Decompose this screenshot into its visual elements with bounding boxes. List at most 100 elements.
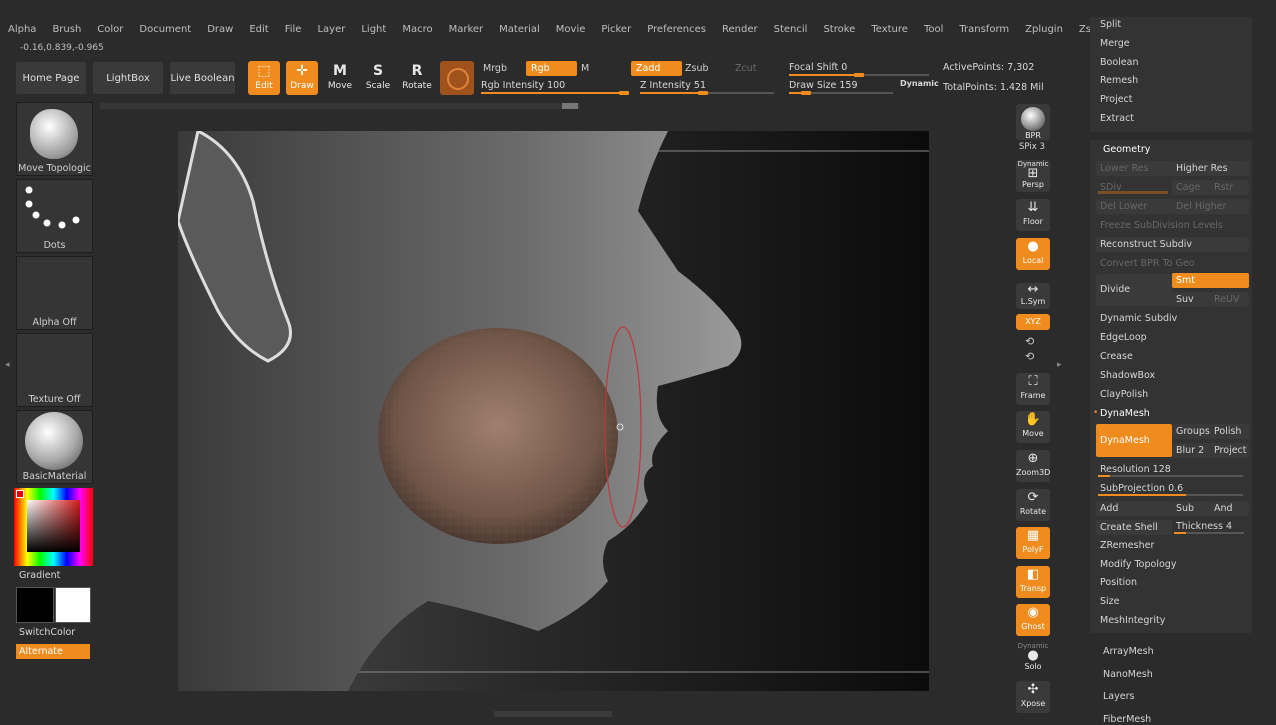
edit-mode-button[interactable]: ⬚ Edit bbox=[248, 61, 280, 95]
thickness-track[interactable] bbox=[1174, 532, 1244, 534]
add-button[interactable]: Add bbox=[1096, 501, 1172, 516]
color-picker[interactable] bbox=[14, 488, 93, 566]
claypolish-header[interactable]: ClayPolish bbox=[1100, 389, 1148, 400]
menu-item-transform[interactable]: Transform bbox=[951, 22, 1017, 38]
transp-button[interactable]: ◧ Transp bbox=[1016, 566, 1050, 598]
zcut-toggle[interactable]: Zcut bbox=[730, 61, 775, 76]
del-higher-button[interactable]: Del Higher bbox=[1172, 199, 1249, 214]
zadd-toggle[interactable]: Zadd bbox=[631, 61, 682, 76]
dynamesh-header[interactable]: DynaMesh bbox=[1100, 408, 1150, 419]
focal-shift-slider[interactable]: Focal Shift 0 bbox=[789, 62, 847, 73]
dynamesh-button[interactable]: DynaMesh bbox=[1096, 424, 1172, 457]
alpha-thumb[interactable]: Alpha Off bbox=[16, 256, 93, 330]
size-header[interactable]: Size bbox=[1100, 596, 1120, 607]
menu-item-alpha[interactable]: Alpha bbox=[0, 22, 44, 38]
shelf-scroll-thumb[interactable] bbox=[562, 103, 578, 109]
project-toggle[interactable]: Project bbox=[1210, 443, 1249, 458]
m-toggle[interactable]: M bbox=[576, 61, 621, 76]
sdiv-track[interactable] bbox=[1098, 191, 1168, 194]
palette-nanomesh[interactable]: NanoMesh bbox=[1103, 669, 1153, 680]
current-tool-thumb[interactable]: Move Topologic bbox=[16, 102, 93, 176]
menu-item-picker[interactable]: Picker bbox=[593, 22, 639, 38]
texture-thumb[interactable]: Texture Off bbox=[16, 333, 93, 407]
rotate-axis-icon[interactable]: ⟲ ⟲ bbox=[1025, 334, 1034, 364]
create-shell-button[interactable]: Create Shell bbox=[1096, 520, 1172, 535]
menu-item-marker[interactable]: Marker bbox=[441, 22, 492, 38]
draw-mode-button[interactable]: ✛ Draw bbox=[286, 61, 318, 95]
suv-toggle[interactable]: Suv bbox=[1172, 292, 1210, 307]
menu-item-zplugin[interactable]: Zplugin bbox=[1017, 22, 1071, 38]
bpr-button[interactable]: BPR bbox=[1016, 104, 1050, 140]
scale-mode-button[interactable]: S Scale bbox=[362, 61, 394, 95]
del-lower-button[interactable]: Del Lower bbox=[1096, 199, 1172, 214]
rotate-view-button[interactable]: ⟳ Rotate bbox=[1016, 489, 1050, 521]
rgb-toggle[interactable]: Rgb bbox=[526, 61, 577, 76]
bottom-tray-handle[interactable] bbox=[494, 711, 612, 717]
menu-item-texture[interactable]: Texture bbox=[863, 22, 916, 38]
dynamic-size-toggle[interactable]: Dynamic bbox=[900, 79, 939, 88]
menu-item-stencil[interactable]: Stencil bbox=[766, 22, 816, 38]
z-intensity-track[interactable] bbox=[640, 91, 774, 95]
modify-topology-header[interactable]: Modify Topology bbox=[1100, 559, 1176, 570]
geometry-title[interactable]: Geometry bbox=[1103, 144, 1150, 155]
live-boolean-button[interactable]: Live Boolean bbox=[170, 62, 235, 94]
sculpt-viewport[interactable] bbox=[178, 131, 929, 691]
solo-button[interactable]: Dynamic ● Solo bbox=[1016, 642, 1050, 674]
alternate-toggle[interactable]: Alternate bbox=[16, 644, 90, 659]
draw-size-slider[interactable]: Draw Size 159 bbox=[789, 80, 858, 91]
ghost-button[interactable]: ◉ Ghost bbox=[1016, 604, 1050, 636]
rgb-intensity-slider[interactable]: Rgb Intensity 100 bbox=[481, 80, 565, 91]
meshintegrity-header[interactable]: MeshIntegrity bbox=[1100, 615, 1165, 626]
stroke-thumb[interactable]: Dots bbox=[16, 179, 93, 253]
persp-button[interactable]: Dynamic ⊞ Persp bbox=[1016, 160, 1050, 192]
geometry-item-project[interactable]: Project bbox=[1100, 94, 1133, 105]
rstr-button[interactable]: Rstr bbox=[1210, 180, 1249, 195]
menu-item-light[interactable]: Light bbox=[353, 22, 394, 38]
menu-item-macro[interactable]: Macro bbox=[394, 22, 440, 38]
freeze-subdiv-button[interactable]: Freeze SubDivision Levels bbox=[1096, 218, 1249, 233]
geometry-item-extract[interactable]: Extract bbox=[1100, 113, 1134, 124]
menu-item-stroke[interactable]: Stroke bbox=[815, 22, 863, 38]
palette-layers[interactable]: Layers bbox=[1103, 691, 1134, 702]
menu-item-edit[interactable]: Edit bbox=[241, 22, 276, 38]
menu-item-render[interactable]: Render bbox=[714, 22, 766, 38]
rgb-intensity-track[interactable] bbox=[481, 91, 629, 95]
menu-item-material[interactable]: Material bbox=[491, 22, 548, 38]
move-mode-button[interactable]: M Move bbox=[324, 61, 356, 95]
position-header[interactable]: Position bbox=[1100, 577, 1137, 588]
smt-toggle[interactable]: Smt bbox=[1172, 273, 1249, 288]
main-color-swatch[interactable] bbox=[16, 587, 54, 623]
spix-slider[interactable]: SPix 3 bbox=[1019, 142, 1045, 152]
divide-button[interactable]: Divide bbox=[1096, 274, 1172, 306]
resolution-track[interactable] bbox=[1098, 475, 1243, 477]
menu-item-tool[interactable]: Tool bbox=[916, 22, 951, 38]
polish-toggle[interactable]: Polish bbox=[1210, 424, 1249, 439]
groups-toggle[interactable]: Groups bbox=[1172, 424, 1212, 439]
frame-button[interactable]: ⛶ Frame bbox=[1016, 373, 1050, 405]
secondary-color-swatch[interactable] bbox=[55, 587, 91, 623]
lower-res-button[interactable]: Lower Res bbox=[1096, 161, 1172, 176]
material-thumb[interactable]: BasicMaterial bbox=[16, 410, 93, 484]
polyf-button[interactable]: ▦ PolyF bbox=[1016, 527, 1050, 559]
menu-item-draw[interactable]: Draw bbox=[199, 22, 241, 38]
xpose-button[interactable]: ✣ Xpose bbox=[1016, 681, 1050, 713]
cage-button[interactable]: Cage bbox=[1172, 180, 1210, 195]
menu-item-preferences[interactable]: Preferences bbox=[639, 22, 714, 38]
subprojection-track[interactable] bbox=[1098, 494, 1243, 496]
color-square[interactable] bbox=[27, 500, 80, 552]
menu-item-layer[interactable]: Layer bbox=[309, 22, 353, 38]
xyz-button[interactable]: XYZ bbox=[1016, 314, 1050, 330]
floor-button[interactable]: ⇊ Floor bbox=[1016, 199, 1050, 231]
home-page-button[interactable]: Home Page bbox=[16, 62, 86, 94]
menu-item-document[interactable]: Document bbox=[131, 22, 199, 38]
convert-bpr-button[interactable]: Convert BPR To Geo bbox=[1096, 256, 1249, 271]
sphere-brush-button[interactable] bbox=[440, 61, 474, 95]
geometry-item-boolean[interactable]: Boolean bbox=[1100, 57, 1138, 68]
shelf-scroll-strip[interactable] bbox=[100, 103, 580, 109]
menu-item-brush[interactable]: Brush bbox=[44, 22, 89, 38]
document-canvas[interactable] bbox=[178, 131, 929, 691]
geometry-item-merge[interactable]: Merge bbox=[1100, 38, 1130, 49]
and-button[interactable]: And bbox=[1210, 501, 1249, 516]
lsym-button[interactable]: ↔ L.Sym bbox=[1016, 283, 1050, 309]
rotate-mode-button[interactable]: R Rotate bbox=[401, 61, 433, 95]
